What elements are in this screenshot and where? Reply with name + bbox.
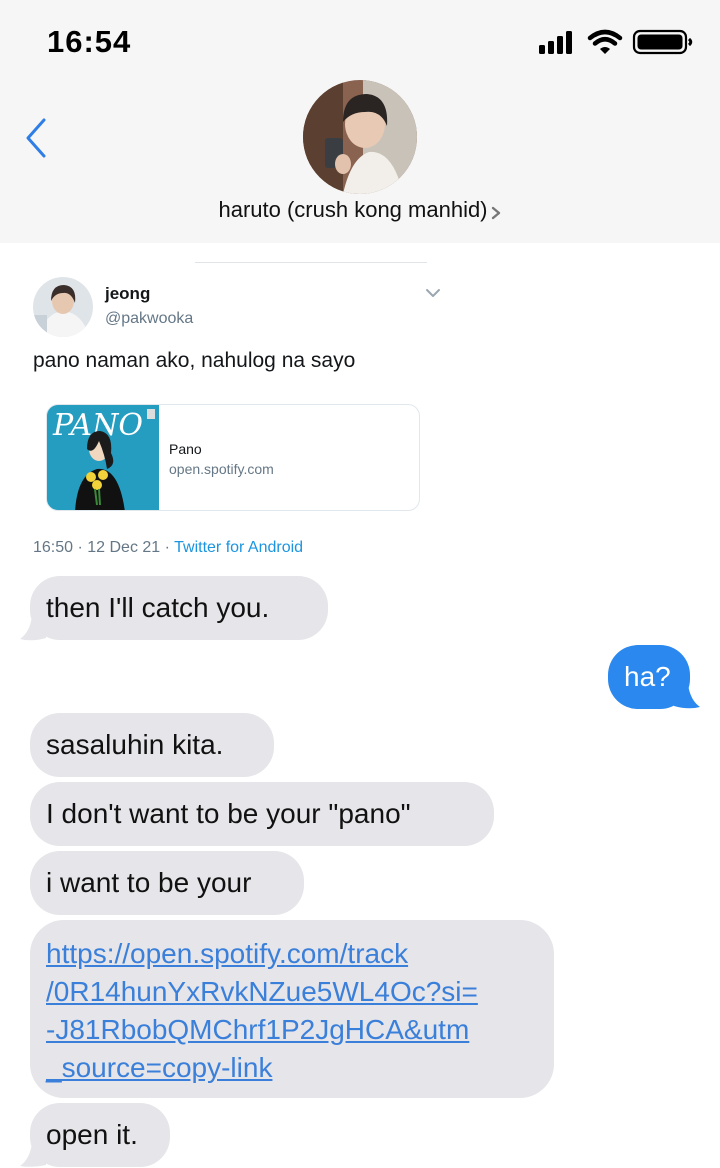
tweet-display-name[interactable]: jeong [105, 284, 150, 304]
message-bubble-received[interactable]: i want to be your [30, 851, 304, 915]
bubble-tail-received [20, 1143, 46, 1167]
spotify-link-card[interactable]: PANO Pano open.spotify.com [46, 404, 420, 511]
tweet-divider [195, 262, 427, 263]
message-bubble-received[interactable]: sasaluhin kita. [30, 713, 274, 777]
tweet-meta: 16:50 · 12 Dec 21 · Twitter for Android [33, 539, 303, 557]
spotify-track-link-line[interactable]: -J81RbobQMChrf1P2JgHCA&utm [46, 1011, 538, 1049]
avatar-photo [303, 80, 417, 194]
chevron-right-icon [491, 206, 500, 219]
tweet-source-link[interactable]: Twitter for Android [174, 539, 303, 556]
message-bubble-received[interactable]: I don't want to be your "pano" [30, 782, 494, 846]
album-art: PANO [47, 405, 159, 510]
bubble-tail-sent [674, 684, 700, 709]
bubble-tail-received [20, 616, 46, 641]
message-bubble-received-link[interactable]: https://open.spotify.com/track /0R14hunY… [30, 920, 554, 1098]
contact-name: haruto (crush kong manhid) [218, 197, 488, 222]
spotify-track-link-line[interactable]: https://open.spotify.com/track [46, 935, 538, 973]
message-text: then I'll catch you. [46, 592, 270, 623]
tweet-author-avatar[interactable] [33, 277, 93, 337]
tweet-menu-button[interactable] [424, 286, 442, 300]
message-text: sasaluhin kita. [46, 729, 224, 760]
card-domain: open.spotify.com [169, 461, 274, 477]
message-text: i want to be your [46, 867, 252, 898]
contact-name-row[interactable]: haruto (crush kong manhid) [0, 197, 720, 223]
status-time: 16:54 [47, 24, 132, 59]
card-title: Pano [169, 441, 202, 457]
spotify-track-link-line[interactable]: /0R14hunYxRvkNZue5WL4Oc?si= [46, 973, 538, 1011]
tweet-avatar-photo [33, 277, 93, 337]
spotify-track-link-line[interactable]: _source=copy-link [46, 1049, 538, 1087]
embedded-tweet[interactable]: jeong @pakwooka pano naman ako, nahulog … [0, 243, 720, 573]
message-text: ha? [624, 661, 671, 692]
conversation-header: 16:54 haruto (crush kong manhid) [0, 0, 720, 243]
contact-avatar[interactable] [303, 80, 417, 194]
message-bubble-received[interactable]: open it. [30, 1103, 170, 1167]
tweet-timestamp: 16:50 · 12 Dec 21 · [33, 539, 175, 556]
message-text: I don't want to be your "pano" [46, 798, 411, 829]
battery-icon [632, 29, 693, 55]
status-icons [539, 29, 693, 55]
wifi-icon [587, 29, 623, 54]
tweet-text: pano naman ako, nahulog na sayo [33, 349, 356, 372]
chevron-left-icon [26, 118, 46, 158]
chevron-down-icon [426, 289, 440, 297]
cellular-signal-icon [539, 31, 572, 54]
message-text: open it. [46, 1119, 138, 1150]
tweet-handle[interactable]: @pakwooka [105, 310, 193, 328]
back-button[interactable] [18, 114, 58, 162]
message-bubble-received[interactable]: then I'll catch you. [30, 576, 328, 640]
